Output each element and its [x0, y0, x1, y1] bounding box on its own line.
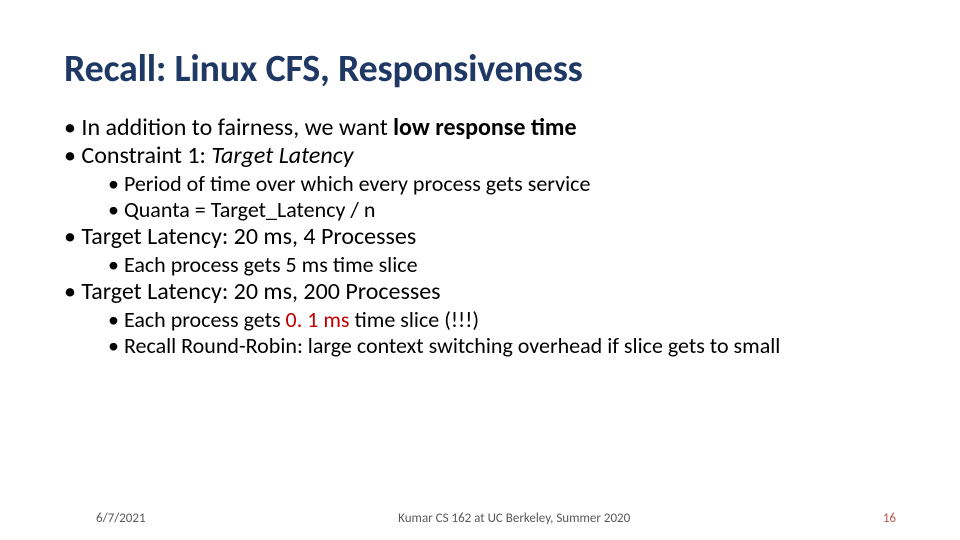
bullet-level1: In addition to fairness, we want low res… — [64, 114, 896, 143]
slide-title: Recall: Linux CFS, Responsiveness — [64, 48, 896, 92]
footer-slidenum: 16 — [883, 511, 896, 526]
text: Recall Round-Robin: large context switch… — [124, 332, 780, 359]
bullet-level1: Target Latency: 20 ms, 4 Processes — [64, 223, 896, 252]
bullet-level2: Recall Round-Robin: large context switch… — [64, 333, 896, 359]
italic-text: Target Latency — [211, 141, 353, 170]
bullet-level2: Each process gets 5 ms time slice — [64, 252, 896, 278]
bullet-level2: Period of time over which every process … — [64, 171, 896, 197]
bold-text: low response time — [393, 113, 576, 142]
footer-date: 6/7/2021 — [96, 511, 146, 526]
text: Target Latency: 20 ms, 200 Processes — [81, 277, 440, 306]
bullet-level2: Quanta = Target_Latency / n — [64, 197, 896, 223]
text: time slice (!!!) — [355, 306, 480, 333]
text: Each process gets — [124, 306, 286, 333]
text: Quanta = Target_Latency / n — [124, 196, 376, 223]
text: Period of time over which every process … — [124, 170, 590, 197]
text: Each process gets 5 ms time slice — [124, 251, 418, 278]
text: In addition to fairness, we want — [81, 113, 393, 142]
text: Constraint 1: — [81, 141, 211, 170]
footer-center: Kumar CS 162 at UC Berkeley, Summer 2020 — [398, 511, 630, 526]
bullet-level1: Constraint 1: Target Latency — [64, 142, 896, 171]
bullet-level2: Each process gets 0. 1 ms time slice (!!… — [64, 307, 896, 333]
text: Target Latency: 20 ms, 4 Processes — [81, 222, 416, 251]
bullet-level1: Target Latency: 20 ms, 200 Processes — [64, 278, 896, 307]
slide: Recall: Linux CFS, Responsiveness In add… — [0, 0, 960, 540]
slide-footer: 6/7/2021 Kumar CS 162 at UC Berkeley, Su… — [0, 511, 960, 526]
red-text: 0. 1 ms — [286, 306, 355, 333]
